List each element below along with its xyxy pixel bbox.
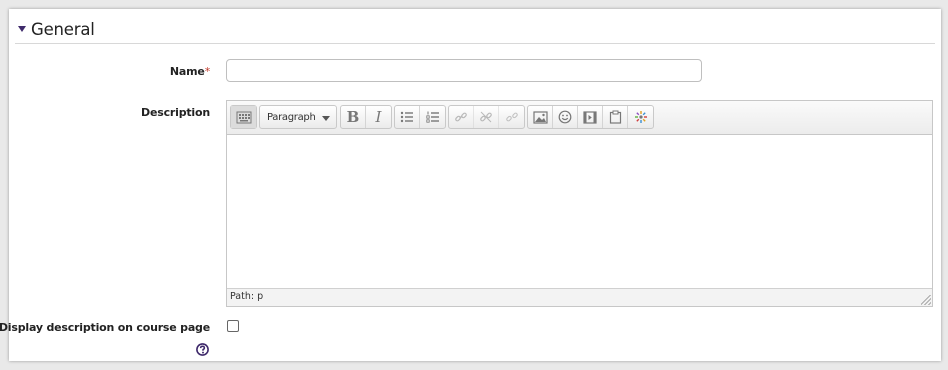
italic-icon: I <box>375 108 382 126</box>
description-content-area[interactable] <box>227 135 932 289</box>
chevron-down-icon <box>322 116 330 121</box>
general-fieldset: General Name* Description Paragraph B I … <box>0 9 941 361</box>
media-icon <box>583 110 597 124</box>
unordered-list-icon <box>400 111 413 123</box>
anchor-button[interactable] <box>499 106 524 128</box>
name-input[interactable] <box>226 59 702 82</box>
editor-toolbar: Paragraph B I <box>227 101 932 135</box>
name-label-text: Name <box>169 65 205 78</box>
media-button[interactable] <box>578 106 603 128</box>
anchor-icon <box>505 112 518 122</box>
bold-icon: B <box>346 108 360 126</box>
link-button[interactable] <box>449 106 474 128</box>
spellcheck-button[interactable] <box>628 106 653 128</box>
help-icon[interactable] <box>196 343 209 356</box>
name-label: Name* <box>170 65 210 78</box>
unlink-button[interactable] <box>474 106 499 128</box>
format-select-value: Paragraph <box>267 112 316 123</box>
toolbar-group-toggle <box>230 105 257 129</box>
description-label: Description <box>141 106 210 119</box>
link-icon <box>455 112 467 122</box>
paste-button[interactable] <box>603 106 628 128</box>
display-description-checkbox[interactable] <box>227 320 239 332</box>
ordered-list-icon <box>425 111 439 123</box>
toolbar-group-style: B I <box>340 105 392 129</box>
ordered-list-button[interactable] <box>420 106 445 128</box>
toolbar-group-lists <box>394 105 446 129</box>
resize-handle[interactable] <box>921 295 931 305</box>
emoticon-icon <box>558 110 572 124</box>
unlink-icon <box>480 111 492 123</box>
format-select[interactable]: Paragraph <box>259 105 337 129</box>
toolbar-toggle-icon <box>236 111 251 123</box>
toolbar-group-insert <box>527 105 654 129</box>
caret-down-icon[interactable] <box>18 26 26 32</box>
italic-button[interactable]: I <box>366 106 391 128</box>
image-icon <box>532 110 548 124</box>
section-header-general[interactable]: General <box>15 15 935 44</box>
description-editor: Paragraph B I Path: p <box>226 100 933 307</box>
toolbar-toggle-button[interactable] <box>231 106 256 128</box>
element-path[interactable]: Path: p <box>230 291 263 302</box>
spellcheck-icon <box>634 111 647 123</box>
image-button[interactable] <box>528 106 553 128</box>
display-description-label: Display description on course page <box>0 321 210 334</box>
toolbar-group-links <box>448 105 525 129</box>
section-title: General <box>31 19 95 39</box>
emoticon-button[interactable] <box>553 106 578 128</box>
required-marker: * <box>204 65 211 78</box>
paste-icon <box>609 110 621 124</box>
editor-statusbar: Path: p <box>227 288 932 306</box>
bold-button[interactable]: B <box>341 106 366 128</box>
unordered-list-button[interactable] <box>395 106 420 128</box>
